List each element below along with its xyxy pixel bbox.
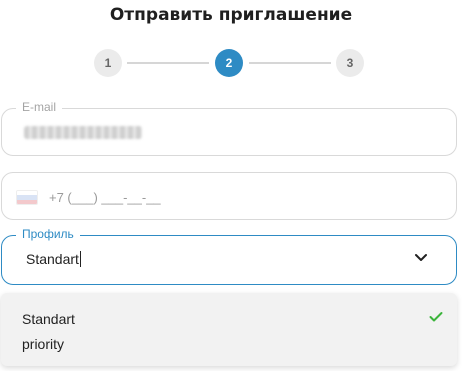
email-value-blurred [24, 126, 142, 139]
profile-select[interactable]: Профиль Standart [1, 227, 457, 285]
email-field[interactable]: E-mail [1, 100, 457, 156]
option-priority[interactable]: priority [22, 336, 64, 352]
profile-label: Профиль [16, 227, 80, 241]
step-3[interactable]: 3 [336, 49, 364, 77]
chevron-down-icon[interactable] [414, 253, 428, 263]
text-cursor [79, 251, 81, 267]
step-connector [249, 62, 331, 64]
profile-dropdown: Standart priority [1, 293, 457, 366]
phone-placeholder: +7 (___) ___-__-__ [49, 190, 161, 205]
step-2[interactable]: 2 [215, 49, 243, 77]
check-icon [429, 312, 443, 322]
profile-value: Standart [26, 251, 81, 267]
option-standart[interactable]: Standart [22, 311, 75, 327]
step-1[interactable]: 1 [94, 49, 122, 77]
russia-flag-icon[interactable] [16, 190, 38, 205]
dialog-title: Отправить приглашение [109, 5, 353, 25]
phone-field[interactable]: +7 (___) ___-__-__ [1, 172, 457, 220]
email-label: E-mail [16, 100, 63, 114]
step-connector [127, 62, 209, 64]
